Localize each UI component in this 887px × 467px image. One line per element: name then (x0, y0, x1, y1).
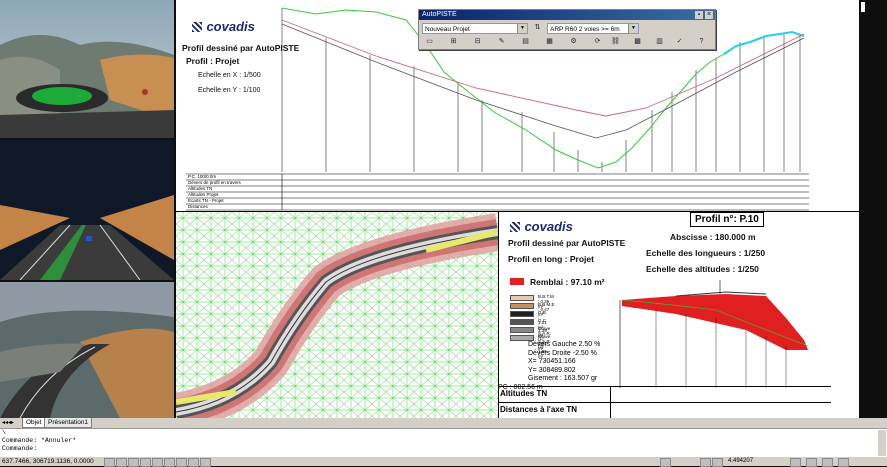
command-history-line: \ (2, 429, 6, 436)
road-cut-render (0, 140, 174, 280)
zoom-level[interactable]: 4.494207 (728, 457, 753, 466)
link-icon[interactable]: ⛓ (609, 37, 622, 47)
pencil-icon[interactable]: ✎ (495, 37, 508, 47)
echelle-longueurs-label: Echelle des longueurs : 1/250 (646, 248, 766, 258)
covadis-logo-icon (510, 221, 520, 232)
road-icon[interactable]: ⇅ (531, 23, 544, 33)
x-coordinate: X= 730451.166 (528, 358, 576, 365)
tab-presentation1[interactable]: Présentation1 (44, 418, 93, 428)
remblai-swatch (510, 278, 524, 285)
axis-icon[interactable]: ▭ (423, 37, 436, 47)
profile-number-box: Profil n°: P.10 (690, 212, 764, 227)
3d-view-curve[interactable] (0, 282, 174, 420)
devers-gauche: Dévers Gauche 2.50 % (528, 341, 601, 348)
lower-logo: covadis (510, 218, 573, 236)
template-select-value: ARP R60 2 voies >= 6m (550, 26, 620, 33)
layout-tabs: ◂◂◂▸ Objet Présentation1 (0, 418, 887, 428)
help-icon[interactable]: ? (695, 37, 708, 47)
lower-title: Profil dessiné par AutoPISTE (508, 238, 626, 248)
command-history-line: Commande: *Annuler* (2, 437, 77, 444)
drawing-right-margin (859, 0, 887, 418)
devers-droite: Dévers Droite -2.50 % (528, 349, 597, 357)
check-icon[interactable]: ✓ (673, 37, 686, 47)
tab-nav-arrows-icon[interactable]: ◂◂◂▸ (2, 419, 14, 426)
chevron-down-icon: ▼ (628, 24, 638, 33)
section-icon[interactable]: ⊟ (471, 37, 484, 47)
grid-icon[interactable]: ▩ (631, 37, 644, 47)
layers-icon[interactable]: ▦ (543, 37, 556, 47)
toolbar-pin-icon[interactable]: ▪ (695, 11, 703, 19)
settings-icon[interactable]: ⚙ (567, 37, 580, 47)
roundabout-render (0, 0, 174, 138)
3d-view-roundabout[interactable] (0, 0, 174, 140)
distances-row: Distances à l'axe TN (500, 405, 578, 414)
project-select[interactable]: Nouveau Projet ▼ (422, 23, 528, 34)
drawing-sheet[interactable]: covadis Profil dessiné par AutoPISTE Pro… (176, 0, 859, 418)
plan-view[interactable] (176, 212, 498, 418)
3d-view-road-cut[interactable] (0, 140, 174, 282)
status-bar: 637.7466, 306719.1136, 0.0000 4.494207 (0, 457, 887, 467)
toolbar-title[interactable]: AutoPISTE (419, 10, 715, 20)
table-icon[interactable]: ▥ (653, 37, 666, 47)
lower-subtitle: Profil en long : Projet (508, 254, 594, 264)
toolbar-close-button[interactable]: × (705, 11, 713, 19)
altitudes-tn-row: Altitudes TN (500, 389, 548, 398)
cross-section-drawing (619, 280, 809, 388)
table-row-label: Distances (188, 204, 208, 209)
remblai-label: Remblai : 97.10 m² (530, 277, 605, 287)
lower-logo-text: covadis (524, 219, 573, 234)
curve-render (0, 282, 174, 418)
section-info: Dévers Gauche 2.50 % Dévers Droite -2.50… (528, 341, 600, 384)
command-scrollbar[interactable] (878, 430, 886, 456)
tab-objet[interactable]: Objet (22, 418, 46, 428)
abscisse-label: Abscisse : 180.000 m (670, 232, 756, 242)
upper-table-labels: P.C. 100/0.0m Dévers de profil en traver… (188, 174, 241, 210)
project-select-value: Nouveau Projet (425, 26, 470, 33)
gisement: Gisement : 163.507 gr (528, 375, 598, 382)
profile-icon[interactable]: ⊞ (447, 37, 460, 47)
chart-icon[interactable]: ▤ (519, 37, 532, 47)
refresh-icon[interactable]: ⟳ (591, 37, 604, 47)
coordinates-readout: 637.7466, 306719.1136, 0.0000 (2, 458, 94, 465)
command-line[interactable]: \ Commande: *Annuler* Commande: (0, 428, 887, 458)
template-select[interactable]: ARP R60 2 voies >= 6m ▼ (547, 23, 639, 34)
y-coordinate: Y= 308489.802 (528, 366, 576, 374)
command-prompt[interactable]: Commande: (0, 445, 887, 453)
autopiste-toolbar[interactable]: AutoPISTE ▪ × Nouveau Projet ▼ ARP R60 2… (418, 9, 716, 50)
chevron-down-icon: ▼ (517, 24, 527, 33)
scroll-handle[interactable] (861, 2, 865, 12)
